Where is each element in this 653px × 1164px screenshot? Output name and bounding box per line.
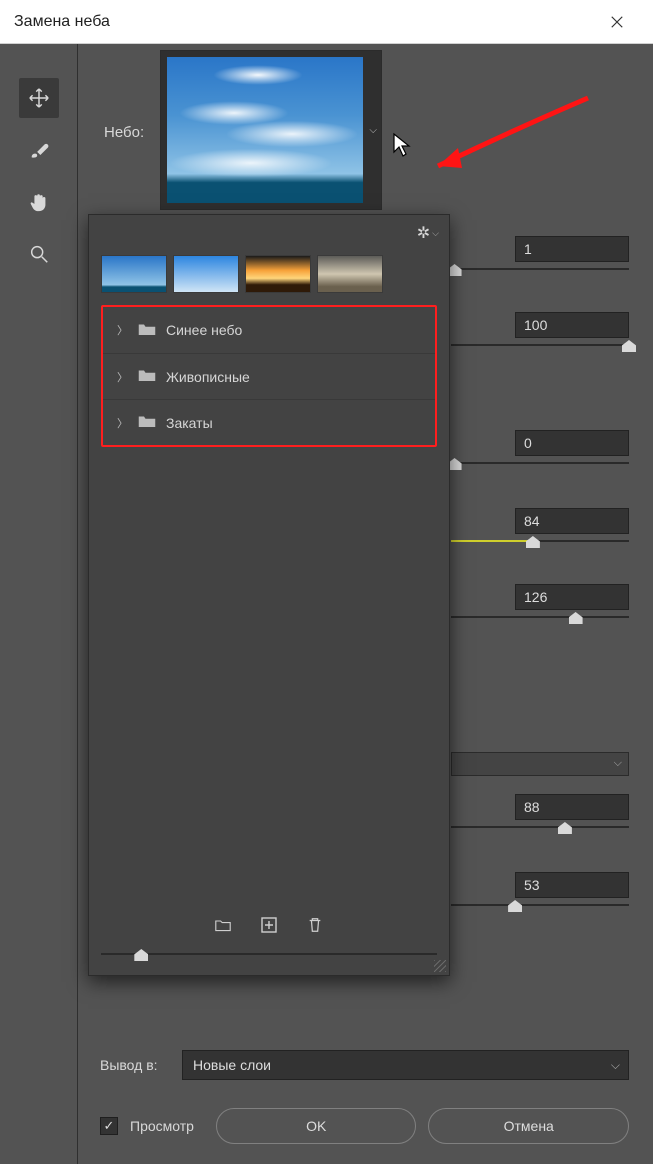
chevron-right-icon: 〉: [117, 369, 128, 385]
param-7: [515, 872, 629, 898]
sky-thumbnails: [101, 255, 383, 293]
sky-thumb-4[interactable]: [317, 255, 383, 293]
param-5-slider[interactable]: [451, 610, 629, 626]
sky-preview: [167, 57, 363, 203]
sky-replacement-dialog: Замена неба Небо:: [0, 0, 653, 1164]
param-1-input[interactable]: [515, 236, 629, 262]
param-2-slider[interactable]: [451, 338, 629, 354]
chevron-down-icon: ⌵: [369, 125, 377, 136]
close-button[interactable]: [595, 15, 639, 29]
param-3-input[interactable]: [515, 430, 629, 456]
sky-picker-popover: ✲ 〉 Синее небо 〉 Живоп: [88, 214, 450, 976]
sky-thumb-1[interactable]: [101, 255, 167, 293]
param-4: [515, 508, 629, 534]
title-bar: Замена неба: [0, 0, 653, 44]
param-5: [515, 584, 629, 610]
param-7-slider[interactable]: [451, 898, 629, 914]
param-5-input[interactable]: [515, 584, 629, 610]
folder-icon: [138, 322, 156, 339]
hand-tool[interactable]: [19, 182, 59, 222]
folder-sunsets[interactable]: 〉 Закаты: [103, 399, 435, 445]
preview-checkbox[interactable]: ✓: [100, 1117, 118, 1135]
param-2-input[interactable]: [515, 312, 629, 338]
sky-preview-dropdown[interactable]: ⌵: [160, 50, 382, 210]
chevron-right-icon: 〉: [117, 415, 128, 431]
gear-icon[interactable]: ✲: [417, 223, 439, 243]
output-select[interactable]: Новые слои: [182, 1050, 629, 1080]
param-3-slider[interactable]: [451, 456, 629, 472]
ok-button[interactable]: OK: [216, 1108, 417, 1144]
param-2: [515, 312, 629, 338]
param-dropdown[interactable]: [451, 752, 629, 776]
sky-folder-list: 〉 Синее небо 〉 Живописные 〉 Закаты: [101, 305, 437, 447]
sky-thumb-3[interactable]: [245, 255, 311, 293]
param-1: [515, 236, 629, 262]
folder-label: Живописные: [166, 369, 250, 385]
popover-footer: [89, 907, 449, 945]
param-6-input[interactable]: [515, 794, 629, 820]
folder-picturesque[interactable]: 〉 Живописные: [103, 353, 435, 399]
param-6: [515, 794, 629, 820]
param-4-input[interactable]: [515, 508, 629, 534]
popover-size-slider[interactable]: [101, 947, 437, 961]
cancel-button[interactable]: Отмена: [428, 1108, 629, 1144]
tool-column: [0, 44, 78, 1164]
new-preset-icon[interactable]: [261, 917, 277, 936]
sky-thumb-2[interactable]: [173, 255, 239, 293]
chevron-right-icon: 〉: [117, 322, 128, 338]
param-1-slider[interactable]: [451, 262, 629, 278]
folder-icon: [138, 368, 156, 385]
folder-label: Закаты: [166, 415, 213, 431]
preview-label: Просмотр: [130, 1118, 194, 1134]
dialog-footer: ✓ Просмотр OK Отмена: [100, 1106, 629, 1146]
param-7-input[interactable]: [515, 872, 629, 898]
folder-icon: [138, 414, 156, 431]
delete-icon[interactable]: [307, 917, 323, 936]
dialog-body: Небо: ⌵: [0, 44, 653, 1164]
param-3: [515, 430, 629, 456]
param-4-slider[interactable]: [451, 534, 629, 550]
new-folder-icon[interactable]: [215, 917, 231, 936]
mouse-cursor-icon: [392, 132, 412, 158]
sky-label: Небо:: [104, 124, 144, 141]
annotation-arrow-icon: [418, 88, 598, 178]
brush-tool[interactable]: [19, 130, 59, 170]
zoom-tool[interactable]: [19, 234, 59, 274]
param-6-slider[interactable]: [451, 820, 629, 836]
folder-label: Синее небо: [166, 322, 242, 338]
move-tool[interactable]: [19, 78, 59, 118]
main-panel: Небо: ⌵: [78, 44, 653, 1164]
resize-grip-icon[interactable]: [434, 960, 446, 972]
output-label: Вывод в:: [100, 1057, 172, 1073]
output-row: Вывод в: Новые слои: [100, 1050, 629, 1080]
output-select-value: Новые слои: [193, 1057, 271, 1073]
window-title: Замена неба: [14, 13, 595, 31]
folder-blue-sky[interactable]: 〉 Синее небо: [103, 307, 435, 353]
